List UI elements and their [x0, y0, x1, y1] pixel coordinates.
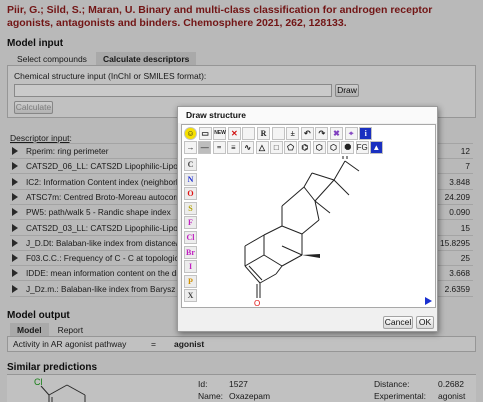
rectangle-select-icon[interactable]: ▭: [198, 127, 212, 140]
redo-icon[interactable]: ↷: [315, 127, 329, 140]
expand-arrow-icon[interactable]: [425, 297, 432, 305]
square-ring-icon[interactable]: □: [269, 141, 283, 154]
atom-button[interactable]: F: [184, 216, 197, 230]
single-bond-icon[interactable]: —: [198, 141, 212, 154]
info-icon[interactable]: i: [359, 127, 373, 140]
ring-oxygen-label: O: [254, 299, 260, 306]
atom-button[interactable]: S: [184, 201, 197, 215]
draw-structure-dialog: Draw structure ☺ ▭ NEW ✕ R ± ↶ ↷ ✖ ⌖ i → — = ≡ ∿ △ □ ⬠ ⌬ ⬡ ⬡…: [177, 106, 438, 332]
rs-stereo-icon[interactable]: R: [257, 127, 270, 140]
atom-button[interactable]: Cl: [184, 231, 197, 244]
ok-button[interactable]: OK: [416, 316, 434, 329]
triple-bond-icon[interactable]: ≡: [226, 141, 240, 154]
atom-button[interactable]: Br: [184, 245, 197, 259]
wedge-bond: [302, 254, 320, 258]
atom-button[interactable]: O: [184, 187, 197, 201]
fg-icon[interactable]: FG: [355, 141, 369, 154]
atom-button[interactable]: C: [184, 158, 197, 171]
double-bond-icon[interactable]: =: [212, 141, 226, 154]
structure-editor: ☺ ▭ NEW ✕ R ± ↶ ↷ ✖ ⌖ i → — = ≡ ∿ △ □ ⬠ ⌬ ⬡ ⬡ ⯃ FG ▲ C N O S F Cl Br I…: [181, 124, 436, 308]
triangle-ring-icon[interactable]: △: [255, 141, 269, 154]
smiley-icon[interactable]: ☺: [184, 127, 197, 140]
chain-icon[interactable]: →: [184, 141, 197, 154]
atom-button[interactable]: X: [184, 289, 197, 303]
blank-icon[interactable]: [242, 127, 256, 140]
steroid-structure: [244, 156, 360, 298]
blank-icon[interactable]: [271, 127, 285, 140]
drawing-canvas[interactable]: O O: [202, 156, 435, 306]
atom-button[interactable]: I: [184, 260, 197, 274]
hexagon-ring-icon[interactable]: ⬡: [312, 141, 326, 154]
heptagon-ring-icon[interactable]: ⬡: [327, 141, 340, 154]
cancel-button[interactable]: Cancel: [383, 316, 413, 329]
ketone-oxygen-label: O: [341, 156, 347, 157]
atom-button[interactable]: P: [184, 274, 197, 288]
atom-button[interactable]: N: [184, 172, 197, 186]
octagon-ring-icon[interactable]: ⯃: [341, 141, 355, 154]
charge-icon[interactable]: ±: [286, 127, 300, 140]
pentagon-ring-icon[interactable]: ⬠: [284, 141, 298, 154]
clear-icon[interactable]: ✖: [330, 127, 343, 140]
center-icon[interactable]: ⌖: [344, 127, 358, 140]
benzene-ring-icon[interactable]: ⌬: [298, 141, 312, 154]
delete-icon[interactable]: ✕: [227, 127, 241, 140]
wavy-bond-icon[interactable]: ∿: [241, 141, 255, 154]
templates-icon[interactable]: ▲: [369, 141, 383, 154]
new-icon[interactable]: NEW: [213, 127, 227, 140]
dialog-title: Draw structure: [178, 107, 437, 123]
undo-icon[interactable]: ↶: [300, 127, 314, 140]
